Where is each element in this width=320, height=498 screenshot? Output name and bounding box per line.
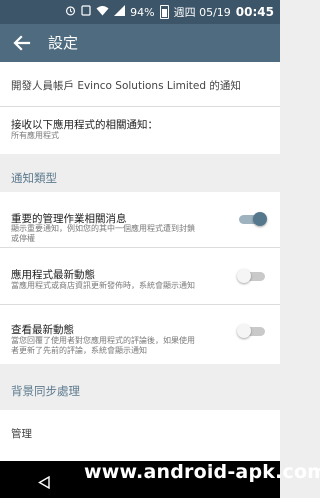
nav-back-icon[interactable] (38, 474, 50, 493)
section-notification-types: 通知類型 (0, 154, 280, 192)
app-toolbar: 設定 (0, 24, 280, 62)
signal-icon (114, 5, 126, 19)
notification-item-desc: 顯示重要通知，例如您的其中一個應用程式遭到封鎖 (11, 224, 195, 233)
date-text: 週四 05/19 (173, 6, 231, 19)
developer-notice-row: 開發人員帳戶 Evinco Solutions Limited 的通知 (0, 62, 280, 106)
receive-notifications-value: 所有應用程式 (11, 131, 59, 140)
manage-label: 管理 (11, 428, 32, 440)
notification-icon (81, 5, 91, 19)
notification-item-desc: 或停權 (11, 234, 35, 243)
notification-item-title: 應用程式最新動態 (11, 269, 95, 281)
back-arrow-icon[interactable] (10, 31, 34, 55)
app-updates-toggle[interactable] (237, 269, 267, 283)
section-background-sync: 背景同步處理 (0, 364, 280, 410)
notification-item-desc: 者更新了先前的評論，系統會顯示通知 (11, 346, 147, 355)
section-title-notification-types: 通知類型 (11, 171, 57, 185)
status-bar: 94% 週四 05/19 00:45 (0, 0, 280, 24)
section-title-background-sync: 背景同步處理 (11, 384, 80, 398)
notification-item-admin[interactable]: 重要的管理作業相關消息 顯示重要通知，例如您的其中一個應用程式遭到封鎖 或停權 (0, 192, 280, 247)
watermark-text: www.android-apk.com (84, 461, 320, 483)
developer-notice-text: 開發人員帳戶 Evinco Solutions Limited 的通知 (11, 80, 241, 92)
notification-item-desc: 當您回覆了使用者對您應用程式的評論後，如果使用 (11, 336, 195, 345)
battery-icon (159, 5, 169, 19)
page-title: 設定 (48, 34, 79, 52)
battery-level-text: 94% (130, 5, 155, 19)
receive-notifications-title: 接收以下應用程式的相關通知： (11, 119, 158, 131)
manage-row[interactable]: 管理 (0, 410, 280, 461)
wifi-icon (96, 5, 109, 19)
notification-item-title: 查看最新動態 (11, 324, 74, 336)
reviews-toggle[interactable] (237, 324, 267, 338)
notification-item-reviews[interactable]: 查看最新動態 當您回覆了使用者對您應用程式的評論後，如果使用 者更新了先前的評論… (0, 305, 280, 364)
notification-item-app-updates[interactable]: 應用程式最新動態 當應用程式或商店資訊更新發佈時，系統會顯示通知 (0, 248, 280, 304)
alarm-icon (65, 5, 76, 19)
receive-notifications-row[interactable]: 接收以下應用程式的相關通知： 所有應用程式 (0, 107, 280, 154)
notification-item-desc: 當應用程式或商店資訊更新發佈時，系統會顯示通知 (11, 281, 195, 290)
clock-text: 00:45 (235, 5, 274, 19)
admin-notification-toggle[interactable] (237, 212, 267, 226)
